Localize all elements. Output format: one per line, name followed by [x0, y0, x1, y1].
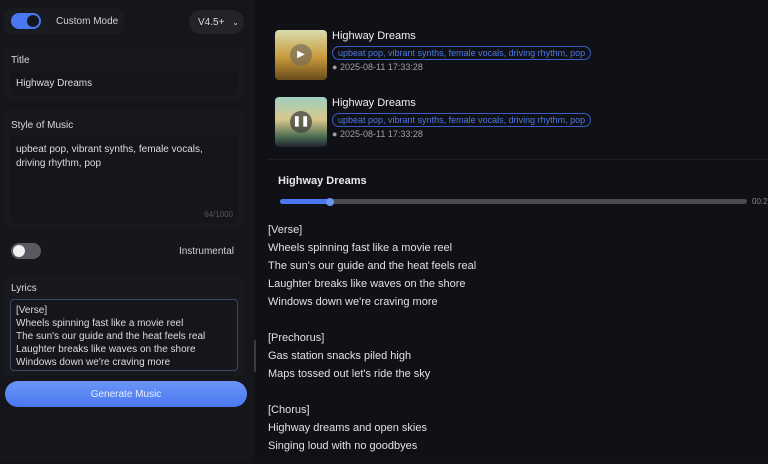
- song-cover: ❚❚: [275, 97, 327, 147]
- pause-icon[interactable]: ❚❚: [290, 111, 312, 133]
- clock-icon: ●: [332, 129, 338, 139]
- song-tags: upbeat pop, vibrant synths, female vocal…: [332, 46, 592, 60]
- generate-music-button[interactable]: Generate Music: [5, 381, 247, 407]
- lyrics-cut-line: [268, 456, 428, 464]
- song-tags: upbeat pop, vibrant synths, female vocal…: [332, 113, 592, 127]
- style-label: Style of Music: [11, 120, 74, 131]
- song-list: ▶ Highway Dreams upbeat pop, vibrant syn…: [268, 20, 768, 160]
- custom-mode-row: Custom Mode: [4, 8, 124, 34]
- song-title: Highway Dreams: [332, 97, 416, 109]
- generate-music-label: Generate Music: [90, 389, 162, 400]
- chevron-down-icon: ⌄: [232, 18, 239, 27]
- player-title: Highway Dreams: [278, 175, 367, 187]
- lyrics-input[interactable]: [Verse] Wheels spinning fast like a movi…: [10, 299, 238, 371]
- custom-mode-label: Custom Mode: [56, 16, 119, 27]
- title-input[interactable]: Highway Dreams: [10, 71, 238, 95]
- song-date: ● 2025-08-11 17:33:28: [332, 129, 423, 139]
- lyrics-label: Lyrics: [11, 283, 37, 294]
- custom-mode-toggle[interactable]: [11, 13, 41, 29]
- player-time: 00:2: [752, 197, 768, 206]
- play-icon[interactable]: ▶: [290, 44, 312, 66]
- style-card: Style of Music upbeat pop, vibrant synth…: [4, 110, 244, 227]
- progress-bar[interactable]: [280, 197, 747, 206]
- song-cover: ▶: [275, 30, 327, 80]
- sidebar: Custom Mode V4.5+ ⌄ Title Highway Dreams…: [0, 0, 254, 462]
- style-counter: 64/1000: [204, 210, 233, 219]
- lyrics-display: [Verse] Wheels spinning fast like a movi…: [268, 224, 477, 452]
- progress-fill: [280, 197, 335, 206]
- instrumental-label: Instrumental: [178, 246, 234, 257]
- version-select[interactable]: V4.5+ ⌄: [189, 10, 244, 34]
- song-date: ● 2025-08-11 17:33:28: [332, 62, 423, 72]
- instrumental-row: Instrumental: [4, 238, 242, 264]
- player: Highway Dreams 00:2: [268, 162, 768, 214]
- clock-icon: ●: [332, 62, 338, 72]
- instrumental-toggle[interactable]: [11, 243, 41, 259]
- song-title: Highway Dreams: [332, 30, 416, 42]
- lyrics-card: Lyrics [Verse] Wheels spinning fast like…: [4, 276, 244, 376]
- title-card: Title Highway Dreams: [4, 47, 244, 99]
- main-panel: ▶ Highway Dreams upbeat pop, vibrant syn…: [256, 0, 768, 462]
- progress-handle[interactable]: [326, 197, 335, 206]
- version-value: V4.5+: [198, 17, 225, 28]
- title-label: Title: [11, 55, 30, 66]
